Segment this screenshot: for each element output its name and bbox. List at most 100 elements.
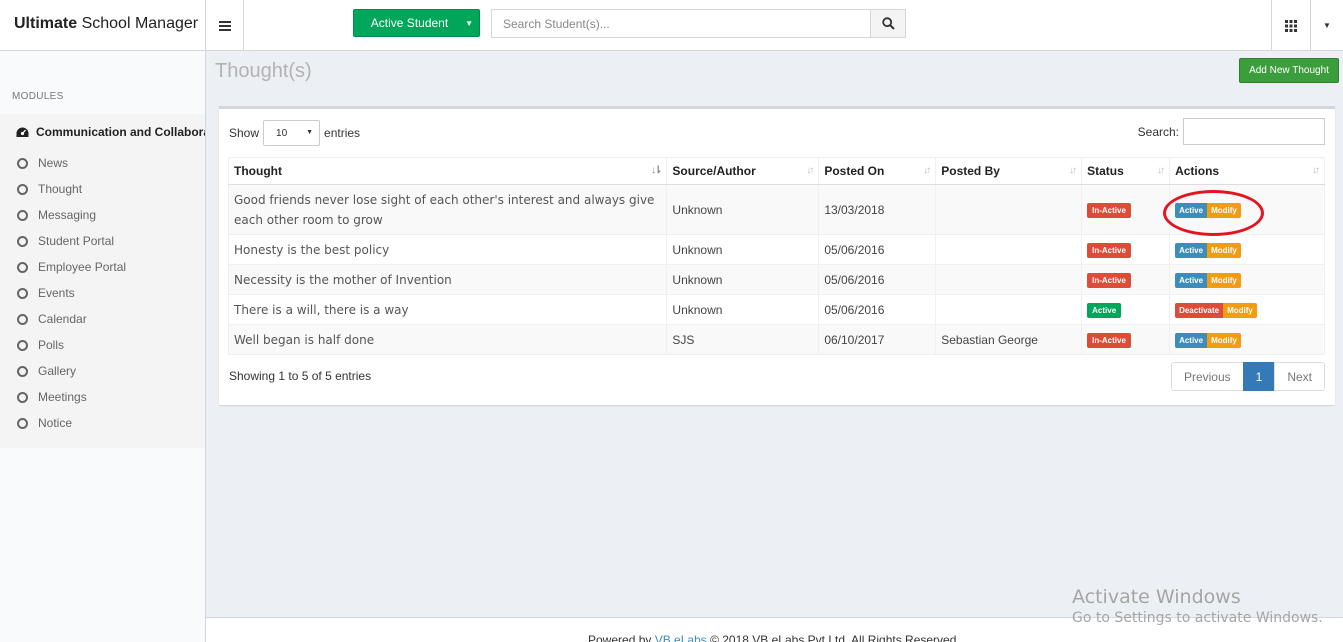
modify-button[interactable]: Modify	[1207, 242, 1241, 258]
column-header-actions[interactable]: Actions ↓↑	[1169, 157, 1325, 185]
thoughts-table-box: Show 10 ▼ entries Search: Thought ↓⇂ Sour…	[219, 106, 1335, 405]
column-label: Thought	[234, 164, 282, 178]
sidebar-item-messaging[interactable]: Messaging	[0, 202, 205, 228]
app-logo[interactable]: Ultimate School Manager	[0, 0, 206, 51]
watermark-subtitle: Go to Settings to activate Windows.	[1072, 610, 1323, 626]
copyright-text: © 2018 VB eLabs Pvt Ltd. All Rights Rese…	[706, 633, 960, 642]
posted-by-cell	[935, 184, 1083, 235]
circle-icon	[17, 339, 28, 351]
posted-by-cell	[935, 264, 1083, 295]
actions-cell: Active Modify	[1169, 324, 1325, 355]
show-label: Show	[229, 126, 260, 140]
author-cell: Unknown	[666, 234, 820, 265]
column-header-posted-on[interactable]: Posted On ↓↑	[818, 157, 937, 185]
table-row: Well began is half done SJS 06/10/2017 S…	[227, 324, 1325, 355]
add-new-thought-button[interactable]: Add New Thought	[1239, 58, 1339, 83]
status-cell: In-Active	[1081, 324, 1171, 355]
thought-cell: Necessity is the mother of Invention	[227, 264, 668, 295]
thought-cell: Honesty is the best policy	[227, 234, 668, 265]
menu-spacer	[0, 436, 205, 448]
sidebar: MODULES Communication and Collaborat New…	[0, 51, 206, 642]
circle-icon	[17, 157, 28, 169]
thought-cell: Good friends never lose sight of each ot…	[227, 184, 668, 235]
sort-icon: ↓↑	[923, 165, 931, 176]
next-page-button[interactable]: Next	[1274, 362, 1325, 391]
author-cell: SJS	[666, 324, 820, 355]
hamburger-icon	[218, 20, 231, 31]
sidebar-item-calendar[interactable]: Calendar	[0, 306, 205, 332]
search-student-input[interactable]	[491, 9, 871, 38]
powered-by-text: Powered by	[588, 633, 655, 642]
actions-cell: Active Modify	[1169, 264, 1325, 295]
modify-button[interactable]: Modify	[1223, 302, 1257, 318]
sort-icon: ↓↑	[1312, 165, 1320, 176]
modify-button[interactable]: Modify	[1207, 332, 1241, 348]
column-header-author[interactable]: Source/Author ↓↑	[666, 157, 820, 185]
activate-button[interactable]: Active	[1175, 202, 1208, 218]
modify-button[interactable]: Modify	[1207, 272, 1241, 288]
activate-button[interactable]: Active	[1175, 332, 1208, 348]
sidebar-item-label: Messaging	[38, 208, 97, 222]
deactivate-button[interactable]: Deactivate	[1175, 302, 1224, 318]
status-badge: In-Active	[1087, 332, 1131, 348]
table-search: Search:	[1138, 118, 1325, 145]
status-cell: Active	[1081, 294, 1171, 325]
footer-text: Powered by VB eLabs © 2018 VB eLabs Pvt …	[588, 633, 960, 642]
page-1-button[interactable]: 1	[1242, 362, 1276, 391]
dashboard-icon	[16, 127, 29, 138]
activate-button[interactable]: Active	[1175, 242, 1208, 258]
table-row: Good friends never lose sight of each ot…	[227, 184, 1325, 235]
thoughts-table: Thought ↓⇂ Source/Author ↓↑ Posted On ↓↑ Po…	[227, 157, 1325, 355]
windows-activation-watermark: Activate Windows Go to Settings to activ…	[1072, 586, 1323, 626]
circle-icon	[17, 209, 28, 221]
modules-heading: MODULES	[12, 91, 64, 102]
sidebar-item-news[interactable]: News	[0, 150, 205, 176]
sidebar-item-label: Thought	[38, 182, 83, 196]
sidebar-item-label: Calendar	[38, 312, 87, 326]
entries-length-control: Show 10 ▼ entries	[229, 120, 360, 146]
modify-button[interactable]: Modify	[1207, 202, 1241, 218]
table-search-input[interactable]	[1183, 118, 1325, 145]
entries-select[interactable]: 10 ▼	[263, 120, 321, 146]
sidebar-item-label: Gallery	[38, 364, 77, 378]
sidebar-toggle-button[interactable]	[206, 0, 244, 51]
sidebar-item-label: Meetings	[38, 390, 87, 404]
sidebar-item-label: News	[38, 156, 69, 170]
apps-grid-button[interactable]	[1271, 0, 1311, 51]
actions-cell: Deactivate Modify	[1169, 294, 1325, 325]
sidebar-item-label: Polls	[38, 338, 65, 352]
sidebar-item-events[interactable]: Events	[0, 280, 205, 306]
column-header-status[interactable]: Status ↓↑	[1081, 157, 1171, 185]
active-student-dropdown-button[interactable]: Active Student ▼	[353, 9, 480, 37]
search-button[interactable]	[870, 9, 906, 38]
sidebar-item-polls[interactable]: Polls	[0, 332, 205, 358]
brand-link[interactable]: VB eLabs	[655, 633, 707, 642]
sidebar-item-employee-portal[interactable]: Employee Portal	[0, 254, 205, 280]
posted-by-cell	[935, 294, 1083, 325]
sort-icon: ↓↑	[806, 165, 814, 176]
sidebar-item-thought[interactable]: Thought	[0, 176, 205, 202]
sidebar-item-notice[interactable]: Notice	[0, 410, 205, 436]
actions-cell: Active Modify	[1169, 234, 1325, 265]
status-badge: In-Active	[1087, 272, 1131, 288]
posted-on-cell: 05/06/2016	[818, 234, 937, 265]
sidebar-item-label: Employee Portal	[38, 260, 127, 274]
sidebar-parent-label: Communication and Collaborat	[36, 125, 205, 139]
activate-button[interactable]: Active	[1175, 272, 1208, 288]
posted-on-cell: 13/03/2018	[818, 184, 937, 235]
thought-cell: Well began is half done	[227, 324, 668, 355]
sort-icon: ↓↑	[1069, 165, 1077, 176]
top-header: Ultimate School Manager Active Student ▼…	[0, 0, 1343, 51]
previous-page-button[interactable]: Previous	[1170, 362, 1244, 391]
column-header-posted-by[interactable]: Posted By ↓↑	[935, 157, 1083, 185]
user-menu-button[interactable]: ▼	[1311, 0, 1343, 51]
sidebar-item-student-portal[interactable]: Student Portal	[0, 228, 205, 254]
sidebar-item-communication[interactable]: Communication and Collaborat	[0, 114, 205, 150]
status-badge: In-Active	[1087, 202, 1131, 218]
sidebar-item-gallery[interactable]: Gallery	[0, 358, 205, 384]
circle-icon	[17, 287, 28, 299]
column-header-thought[interactable]: Thought ↓⇂	[227, 157, 668, 185]
sidebar-item-meetings[interactable]: Meetings	[0, 384, 205, 410]
circle-icon	[17, 235, 28, 247]
logo-rest: School Manager	[77, 15, 199, 32]
